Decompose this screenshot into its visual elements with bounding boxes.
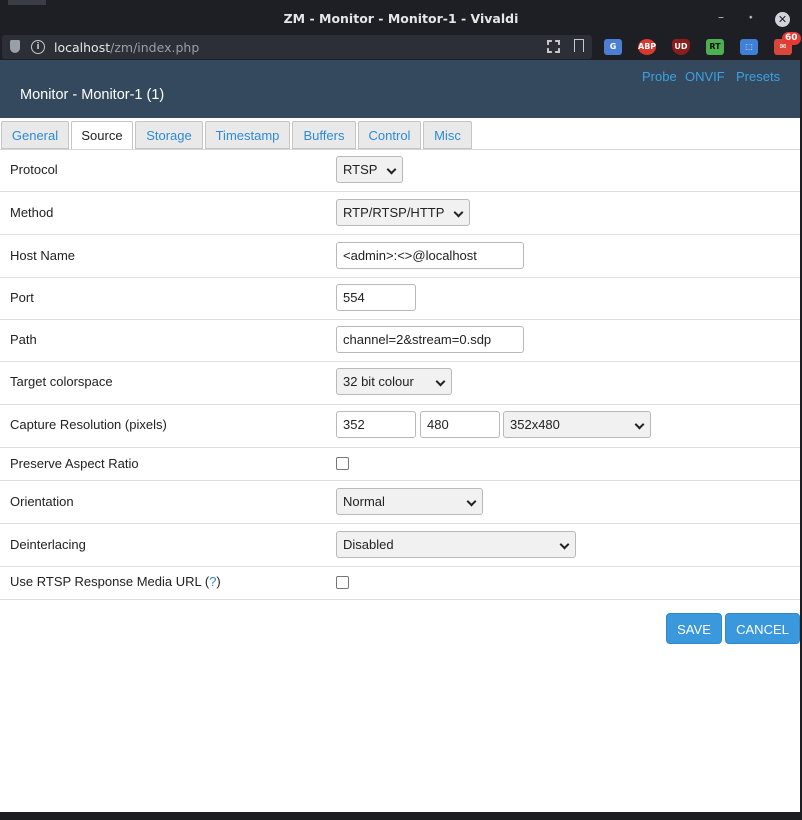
tab-timestamp[interactable]: Timestamp	[205, 121, 290, 149]
url-field[interactable]: i localhost/zm/index.php	[2, 35, 592, 59]
method-select[interactable]: RTP/RTSP/HTTP	[336, 199, 470, 226]
address-bar: i localhost/zm/index.php G ABP UD RT ⬚ ✉…	[0, 32, 802, 60]
capture-height-input[interactable]: 480	[420, 411, 500, 438]
port-input[interactable]: 554	[336, 284, 416, 311]
page-title: Monitor - Monitor-1 (1)	[20, 87, 165, 103]
tab-buffers[interactable]: Buffers	[292, 121, 356, 149]
save-button[interactable]: SAVE	[666, 613, 722, 644]
orientation-select[interactable]: Normal	[336, 488, 483, 515]
maximize-icon[interactable]: ⬩	[749, 12, 753, 23]
protocol-label: Protocol	[10, 162, 58, 177]
browser-tab-stub[interactable]	[8, 0, 46, 5]
window-bottom-edge	[0, 812, 802, 820]
rtsp-response-media-url-label: Use RTSP Response Media URL (?)	[10, 574, 221, 589]
cancel-button[interactable]: CANCEL	[725, 613, 800, 644]
qr-code-icon[interactable]	[547, 40, 560, 53]
ublock-origin-icon[interactable]: UD	[672, 39, 690, 55]
page-content: Probe ONVIF Presets Monitor - Monitor-1 …	[0, 60, 800, 812]
preserve-aspect-ratio-label: Preserve Aspect Ratio	[10, 456, 139, 471]
tab-source[interactable]: Source	[71, 121, 133, 150]
tab-control[interactable]: Control	[358, 121, 421, 149]
bookmark-icon[interactable]	[574, 39, 584, 52]
url-host: localhost	[54, 40, 111, 55]
mail-count-badge: 60	[782, 32, 801, 45]
port-label: Port	[10, 290, 34, 305]
tab-bar: General Source Storage Timestamp Buffers…	[0, 121, 800, 151]
form-row-host-name: Host Name <admin>:<>@localhost	[0, 235, 800, 278]
protocol-select[interactable]: RTSP	[336, 156, 403, 183]
browser-title-bar: ZM - Monitor - Monitor-1 - Vivaldi – ⬩ ✕	[0, 0, 802, 34]
form-row-target-colorspace: Target colorspace 32 bit colour	[0, 362, 800, 405]
rtsp-response-media-url-checkbox[interactable]	[336, 576, 349, 589]
form-row-path: Path channel=2&stream=0.sdp	[0, 320, 800, 362]
probe-link[interactable]: Probe	[642, 69, 677, 84]
close-icon[interactable]: ✕	[775, 12, 790, 27]
capture-resolution-select[interactable]: 352x480	[503, 411, 651, 438]
preserve-aspect-ratio-checkbox[interactable]	[336, 457, 349, 470]
rtsp-label-prefix: Use RTSP Response Media URL (	[10, 574, 210, 589]
orientation-label: Orientation	[10, 494, 74, 509]
form-row-method: Method RTP/RTSP/HTTP	[0, 192, 800, 235]
path-label: Path	[10, 332, 37, 347]
url-path: /zm/index.php	[110, 40, 200, 55]
capture-width-input[interactable]: 352	[336, 411, 416, 438]
target-colorspace-label: Target colorspace	[10, 374, 113, 389]
adblock-plus-icon[interactable]: ABP	[638, 39, 656, 55]
url-text[interactable]: localhost/zm/index.php	[54, 40, 199, 55]
path-input[interactable]: channel=2&stream=0.sdp	[336, 326, 524, 353]
tab-general[interactable]: General	[1, 121, 69, 149]
rt-extension-icon[interactable]: RT	[706, 39, 724, 55]
target-colorspace-select[interactable]: 32 bit colour	[336, 368, 452, 395]
form-row-orientation: Orientation Normal	[0, 481, 800, 524]
form-row-preserve-aspect-ratio: Preserve Aspect Ratio	[0, 448, 800, 481]
page-header: Probe ONVIF Presets Monitor - Monitor-1 …	[0, 60, 800, 118]
site-info-icon[interactable]: i	[31, 40, 45, 54]
translate-icon[interactable]: G	[604, 39, 622, 55]
puzzle-extension-icon[interactable]: ⬚	[740, 39, 758, 55]
form-row-rtsp-response-media-url: Use RTSP Response Media URL (?)	[0, 567, 800, 600]
capture-resolution-label: Capture Resolution (pixels)	[10, 417, 167, 432]
form-row-port: Port 554	[0, 278, 800, 320]
shield-icon[interactable]	[10, 40, 20, 53]
form-row-deinterlacing: Deinterlacing Disabled	[0, 524, 800, 567]
tab-storage[interactable]: Storage	[135, 121, 203, 149]
presets-link[interactable]: Presets	[736, 69, 780, 84]
deinterlacing-select[interactable]: Disabled	[336, 531, 576, 558]
host-name-input[interactable]: <admin>:<>@localhost	[336, 242, 524, 269]
window-title: ZM - Monitor - Monitor-1 - Vivaldi	[283, 11, 519, 26]
rtsp-label-suffix: )	[216, 574, 221, 589]
tab-misc[interactable]: Misc	[423, 121, 472, 149]
method-label: Method	[10, 205, 54, 220]
form-row-protocol: Protocol RTSP	[0, 150, 800, 192]
form-row-capture-resolution: Capture Resolution (pixels) 352 480 352x…	[0, 405, 800, 448]
host-name-label: Host Name	[10, 248, 76, 263]
onvif-link[interactable]: ONVIF	[685, 69, 725, 84]
deinterlacing-label: Deinterlacing	[10, 537, 86, 552]
minimize-icon[interactable]: –	[718, 10, 724, 24]
